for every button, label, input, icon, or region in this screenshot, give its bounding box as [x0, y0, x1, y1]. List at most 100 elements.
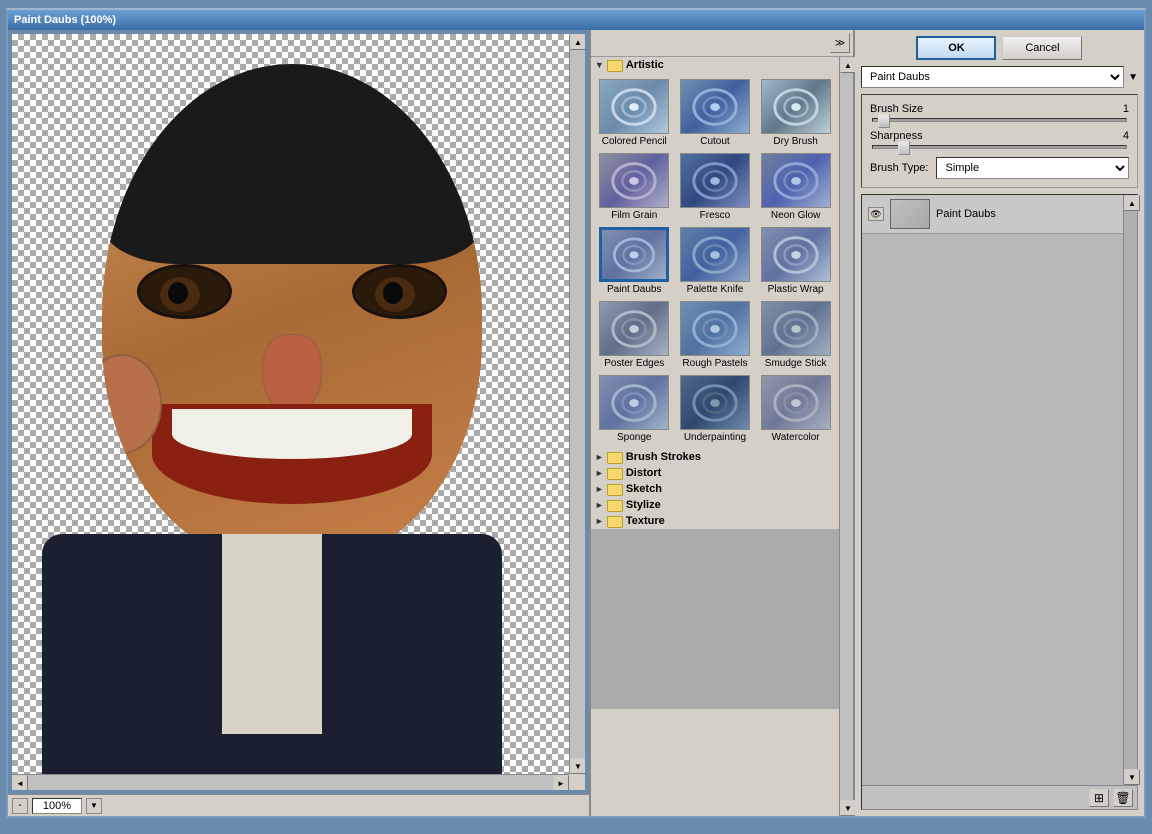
category-stylize: ► Stylize [591, 497, 839, 513]
distort-arrow-icon: ► [595, 468, 604, 478]
delete-layer-button[interactable]: 🗑 [1113, 789, 1133, 807]
layer-item-paint-daubs[interactable]: 👁 Paint Daubs [862, 195, 1123, 234]
filter-label-smudge-stick: Smudge Stick [765, 358, 827, 369]
layer-visibility-icon[interactable]: 👁 [868, 207, 884, 221]
filter-list-container: ▼ Artistic Colored Pencil [591, 57, 853, 816]
layer-panel-footer: ⊞ 🗑 [862, 785, 1137, 809]
artistic-arrow-icon: ▼ [595, 60, 604, 70]
filter-item-film-grain[interactable]: Film Grain [595, 151, 674, 223]
category-texture-header[interactable]: ► Texture [591, 513, 839, 529]
vertical-scrollbar: ▲ ▼ [569, 34, 585, 774]
filter-thumb-fresco [680, 153, 750, 208]
layer-scroll-area[interactable]: 👁 Paint Daubs [862, 195, 1123, 785]
layer-scrollbar: ▲ ▼ [1123, 195, 1137, 785]
new-layer-button[interactable]: ⊞ [1089, 789, 1109, 807]
zoom-dropdown-button[interactable]: ▼ [86, 798, 102, 814]
filter-label-palette-knife: Palette Knife [687, 284, 744, 295]
category-artistic-header[interactable]: ▼ Artistic [591, 57, 839, 73]
artistic-folder-icon [607, 60, 623, 72]
filter-label-fresco: Fresco [700, 210, 731, 221]
filter-thumb-neon-glow [761, 153, 831, 208]
filter-scroll-area[interactable]: ▼ Artistic Colored Pencil [591, 57, 839, 816]
sketch-folder-icon [607, 484, 623, 496]
filter-label-dry-brush: Dry Brush [773, 136, 817, 147]
category-distort-header[interactable]: ► Distort [591, 465, 839, 481]
filter-item-watercolor[interactable]: Watercolor [756, 373, 835, 445]
filter-select-arrow[interactable]: ▼ [1128, 72, 1138, 83]
filter-preview-empty [591, 529, 839, 709]
filter-item-neon-glow[interactable]: Neon Glow [756, 151, 835, 223]
horizontal-scrollbar: ◄ ► [12, 774, 569, 790]
filter-item-plastic-wrap[interactable]: Plastic Wrap [756, 225, 835, 297]
ok-button[interactable]: OK [916, 36, 996, 60]
layer-scroll-track[interactable] [1124, 211, 1137, 769]
filter-thumb-rough-pastels [680, 301, 750, 356]
sharpness-thumb[interactable] [898, 141, 910, 155]
brush-size-value: 1 [1099, 103, 1129, 115]
filter-item-poster-edges[interactable]: Poster Edges [595, 299, 674, 371]
filter-item-rough-pastels[interactable]: Rough Pastels [676, 299, 755, 371]
left-eyebrow [132, 224, 222, 254]
sketch-arrow-icon: ► [595, 484, 604, 494]
scroll-right-button[interactable]: ► [553, 775, 569, 790]
filter-item-cutout[interactable]: Cutout [676, 77, 755, 149]
zoom-out-button[interactable]: - [12, 798, 28, 814]
collapse-button[interactable]: ≫ [830, 33, 850, 53]
category-stylize-header[interactable]: ► Stylize [591, 497, 839, 513]
brush-type-row: Brush Type: Simple Light Rough Dark Roug… [870, 157, 1129, 179]
scroll-down-button[interactable]: ▼ [570, 758, 585, 774]
zoom-display: 100% [32, 798, 82, 814]
window-body: ▲ ▼ ◄ ► - 100% ▼ [8, 30, 1144, 816]
canvas-panel: ▲ ▼ ◄ ► - 100% ▼ [8, 30, 591, 816]
scroll-track-horizontal[interactable] [28, 775, 553, 790]
zoom-value: 100% [43, 800, 71, 812]
filter-item-palette-knife[interactable]: Palette Knife [676, 225, 755, 297]
filter-thumb-cutout [680, 79, 750, 134]
filter-scroll-up[interactable]: ▲ [840, 57, 856, 73]
filter-item-smudge-stick[interactable]: Smudge Stick [756, 299, 835, 371]
filter-thumb-underpainting [680, 375, 750, 430]
brush-strokes-label: Brush Strokes [626, 451, 701, 463]
scroll-track-vertical[interactable] [570, 50, 585, 758]
distort-label: Distort [626, 467, 661, 479]
sketch-label: Sketch [626, 483, 662, 495]
cancel-button[interactable]: Cancel [1002, 36, 1082, 60]
scrollbar-corner [569, 774, 585, 790]
mouth [152, 404, 432, 504]
filter-item-sponge[interactable]: Sponge [595, 373, 674, 445]
brush-size-thumb[interactable] [878, 114, 890, 128]
layer-scroll-up[interactable]: ▲ [1124, 195, 1140, 211]
layer-scroll-down[interactable]: ▼ [1124, 769, 1140, 785]
scroll-up-button[interactable]: ▲ [570, 34, 585, 50]
window-title: Paint Daubs (100%) [14, 14, 116, 26]
sharpness-label: Sharpness [870, 130, 923, 142]
button-row: OK Cancel [861, 36, 1138, 60]
brush-strokes-folder-icon [607, 452, 623, 464]
category-sketch-header[interactable]: ► Sketch [591, 481, 839, 497]
right-panel: OK Cancel Paint Daubs Colored Pencil Cut… [855, 30, 1144, 816]
filter-label-rough-pastels: Rough Pastels [682, 358, 747, 369]
main-window: Paint Daubs (100%) [6, 8, 1146, 818]
filter-select-dropdown[interactable]: Paint Daubs Colored Pencil Cutout Dry Br… [861, 66, 1124, 88]
nose [262, 334, 322, 414]
filter-thumb-plastic-wrap [761, 227, 831, 282]
sharpness-track[interactable] [872, 145, 1127, 149]
filter-label-poster-edges: Poster Edges [604, 358, 664, 369]
filter-scroll-down[interactable]: ▼ [840, 800, 856, 816]
artistic-items-grid: Colored Pencil Cutout [591, 73, 839, 449]
filter-item-underpainting[interactable]: Underpainting [676, 373, 755, 445]
brush-type-select[interactable]: Simple Light Rough Dark Rough Wide Sharp… [936, 157, 1129, 179]
title-bar: Paint Daubs (100%) [8, 10, 1144, 30]
filter-thumb-paint-daubs [599, 227, 669, 282]
scroll-left-button[interactable]: ◄ [12, 775, 28, 790]
texture-label: Texture [626, 515, 665, 527]
category-brush-strokes-header[interactable]: ► Brush Strokes [591, 449, 839, 465]
brush-size-track[interactable] [872, 118, 1127, 122]
filter-item-dry-brush[interactable]: Dry Brush [756, 77, 835, 149]
filter-item-fresco[interactable]: Fresco [676, 151, 755, 223]
filter-item-colored-pencil[interactable]: Colored Pencil [595, 77, 674, 149]
right-eyebrow [362, 224, 452, 254]
filter-scroll-track[interactable] [840, 73, 853, 800]
filter-item-paint-daubs[interactable]: Paint Daubs [595, 225, 674, 297]
filter-thumb-dry-brush [761, 79, 831, 134]
